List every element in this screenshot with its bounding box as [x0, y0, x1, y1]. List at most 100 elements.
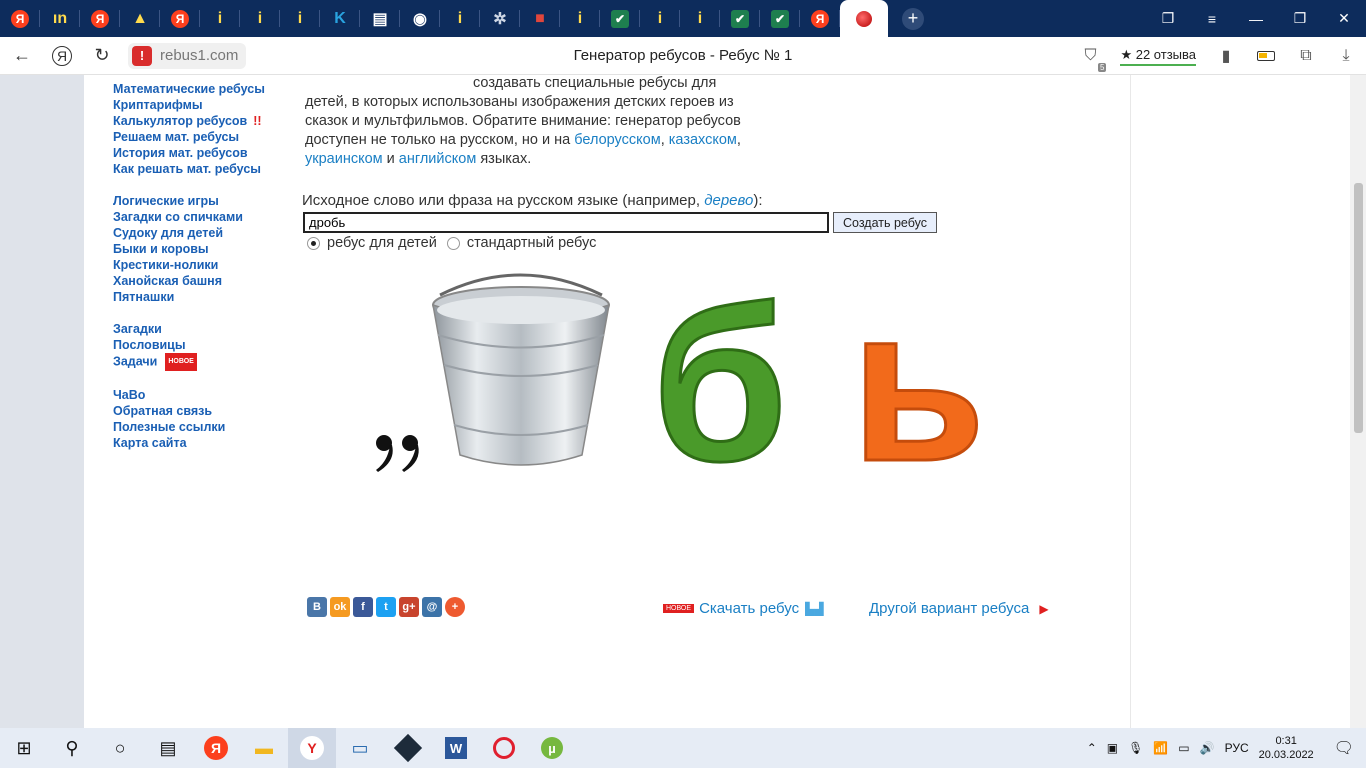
radio-kids-label[interactable]: ребус для детей [327, 235, 437, 251]
mic-icon[interactable]: 🎙 [1128, 741, 1143, 755]
browser-tab[interactable]: ✔ [760, 0, 800, 37]
bookmark-icon[interactable]: ▮ [1216, 46, 1236, 66]
sidebar-item[interactable]: Криптарифмы [113, 97, 293, 113]
gplus-icon[interactable]: g+ [399, 597, 419, 617]
sidebar-item[interactable]: Как решать мат. ребусы [113, 161, 293, 177]
browser-tab[interactable]: K [320, 0, 360, 37]
sidebar-item[interactable]: ЧаВо [113, 387, 293, 403]
create-rebus-button[interactable]: Создать ребус [833, 212, 937, 233]
browser-tab[interactable]: Я [160, 0, 200, 37]
browser-tab[interactable]: i [200, 0, 240, 37]
restore-button[interactable]: ❐ [1278, 0, 1322, 37]
browser-tab[interactable]: ▤ [360, 0, 400, 37]
sidebar-item[interactable]: Полезные ссылки [113, 419, 293, 435]
utorrent-icon[interactable]: µ [528, 728, 576, 768]
reload-button[interactable]: ↻ [86, 40, 118, 72]
sidebar-item[interactable]: Пословицы [113, 337, 293, 353]
sidebar-item[interactable]: Ханойская башня [113, 273, 293, 289]
start-button[interactable]: ⊞ [0, 728, 48, 768]
sidebar-item[interactable]: История мат. ребусов [113, 145, 293, 161]
sidebar-item[interactable]: Быки и коровы [113, 241, 293, 257]
browser-tab[interactable]: ◉ [400, 0, 440, 37]
scrollbar-thumb[interactable] [1354, 183, 1363, 433]
browser-tab[interactable]: ✔ [720, 0, 760, 37]
wifi-icon[interactable]: 📶 [1153, 741, 1168, 755]
browser-tab[interactable]: i [640, 0, 680, 37]
browser-tab[interactable]: i [440, 0, 480, 37]
reviews-link[interactable]: ★ 22 отзыва [1120, 47, 1196, 66]
yandex-home-icon[interactable]: Я [52, 45, 72, 66]
dark-app-icon[interactable] [384, 728, 432, 768]
download-rebus-link[interactable]: НОВОЕ Скачать ребус ▙▟ [663, 600, 824, 617]
yandex-browser-icon[interactable]: Y [288, 728, 336, 768]
belarusian-link[interactable]: белорусском [574, 132, 660, 148]
mail-icon[interactable]: @ [422, 597, 442, 617]
radio-standard-label[interactable]: стандартный ребус [467, 235, 597, 251]
browser-tab[interactable]: ■ [520, 0, 560, 37]
search-icon[interactable]: ⚲ [48, 728, 96, 768]
sidebar-item[interactable]: Загадки [113, 321, 293, 337]
facebook-icon[interactable]: f [353, 597, 373, 617]
sidebar-item[interactable]: Решаем мат. ребусы [113, 129, 293, 145]
sidebar-item[interactable]: Загадки со спичками [113, 209, 293, 225]
clock[interactable]: 0:31 20.03.2022 [1259, 734, 1314, 762]
example-link[interactable]: дерево [704, 192, 753, 209]
minimize-button[interactable]: — [1234, 0, 1278, 37]
sidebar-item[interactable]: Задачи НОВОЕ [113, 353, 293, 371]
warning-icon[interactable]: ! [132, 45, 152, 66]
sidebar-item[interactable]: Пятнашки [113, 289, 293, 305]
sidebar-item[interactable]: Обратная связь [113, 403, 293, 419]
browser-tab[interactable]: ✔ [600, 0, 640, 37]
sidebar-item[interactable]: Калькулятор ребусов!! [113, 113, 293, 129]
yandex-app-icon[interactable]: Я [192, 728, 240, 768]
other-variant-link[interactable]: Другой вариант ребуса ▶ [869, 600, 1049, 617]
chevron-up-icon[interactable]: ⌃ [1087, 741, 1097, 755]
browser-tab[interactable]: ✲ [480, 0, 520, 37]
browser-tab[interactable]: i [680, 0, 720, 37]
twitter-icon[interactable]: t [376, 597, 396, 617]
new-tab-button[interactable]: + [902, 7, 924, 30]
explorer-icon[interactable]: ▬ [240, 728, 288, 768]
radio-standard[interactable] [446, 236, 460, 250]
browser-tab[interactable]: i [280, 0, 320, 37]
back-button[interactable]: ← [6, 40, 38, 72]
notifications-icon[interactable]: 🗨 [1334, 738, 1354, 758]
scrollbar[interactable] [1350, 75, 1366, 728]
word-input[interactable] [303, 212, 829, 233]
close-button[interactable]: ✕ [1322, 0, 1366, 37]
kazakh-link[interactable]: казахском [669, 132, 737, 148]
extensions-icon[interactable]: ⧉ [1296, 46, 1316, 66]
english-link[interactable]: английском [399, 151, 477, 167]
cortana-icon[interactable]: ○ [96, 728, 144, 768]
browser-tab[interactable]: Я [0, 0, 40, 37]
battery-tray-icon[interactable]: ▭ [1178, 741, 1189, 755]
active-tab[interactable] [840, 0, 888, 37]
browser-tab[interactable]: i [240, 0, 280, 37]
sidebar-item[interactable]: Логические игры [113, 193, 293, 209]
browser-tab[interactable]: i [560, 0, 600, 37]
browser-tab[interactable]: ▲ [120, 0, 160, 37]
task-view-icon[interactable]: ▤ [144, 728, 192, 768]
ukrainian-link[interactable]: украинском [305, 151, 383, 167]
browser-tab[interactable]: ın [40, 0, 80, 37]
ok-icon[interactable]: ok [330, 597, 350, 617]
battery-icon[interactable] [1256, 46, 1276, 66]
sidebar-item[interactable]: Судоку для детей [113, 225, 293, 241]
menu-icon[interactable]: ≡ [1190, 0, 1234, 37]
browser-tab[interactable]: Я [800, 0, 840, 37]
radio-kids[interactable] [307, 236, 320, 250]
vk-icon[interactable]: В [307, 597, 327, 617]
sidebar-item[interactable]: Крестики-нолики [113, 257, 293, 273]
download-icon[interactable]: ⤓ [1336, 46, 1356, 66]
volume-icon[interactable]: 🔊 [1200, 741, 1215, 755]
browser-tab[interactable]: Я [80, 0, 120, 37]
word-icon[interactable]: W [432, 728, 480, 768]
collections-icon[interactable]: ❐ [1146, 0, 1190, 37]
device-icon[interactable]: ▣ [1107, 741, 1118, 755]
sidebar-item[interactable]: Карта сайта [113, 435, 293, 451]
opera-app-icon[interactable] [480, 728, 528, 768]
url-field[interactable]: ! rebus1.com [128, 42, 247, 69]
language-indicator[interactable]: РУС [1225, 741, 1249, 755]
sidebar-item[interactable]: Математические ребусы [113, 81, 293, 97]
laptop-app-icon[interactable]: ▭ [336, 728, 384, 768]
